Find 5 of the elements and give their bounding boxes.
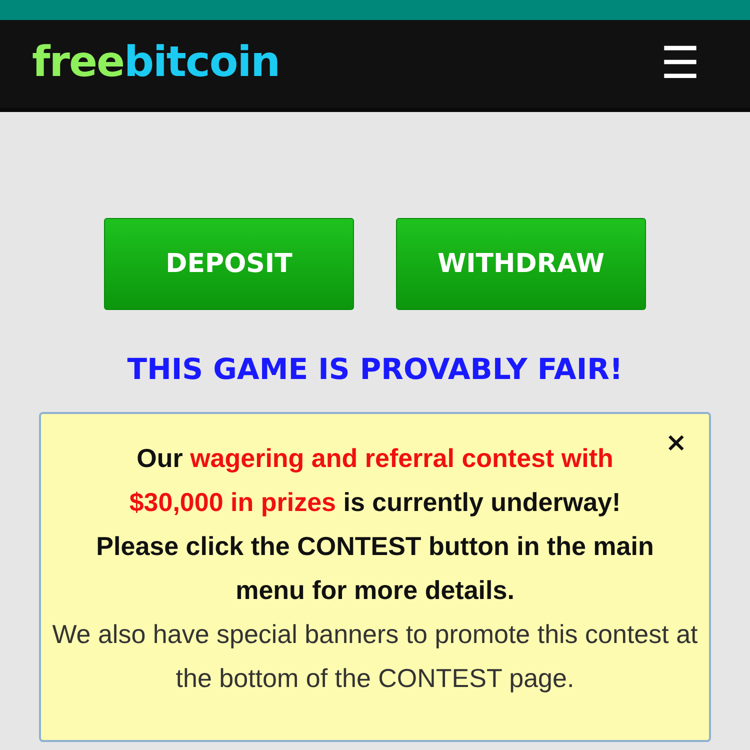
notice-note: We also have special banners to promote this contest at the bottom of the CONTEST page. (51, 618, 699, 695)
headline: THIS GAME IS PROVABLY FAIR! (127, 352, 623, 386)
close-button[interactable]: × (665, 430, 687, 456)
logo[interactable]: freebitcoin (32, 41, 280, 87)
notice-message: Our wagering and referral contest with $30,000 in prizes is currently underway! Please click the CONTEST button in the main menu for more details. (95, 442, 655, 607)
